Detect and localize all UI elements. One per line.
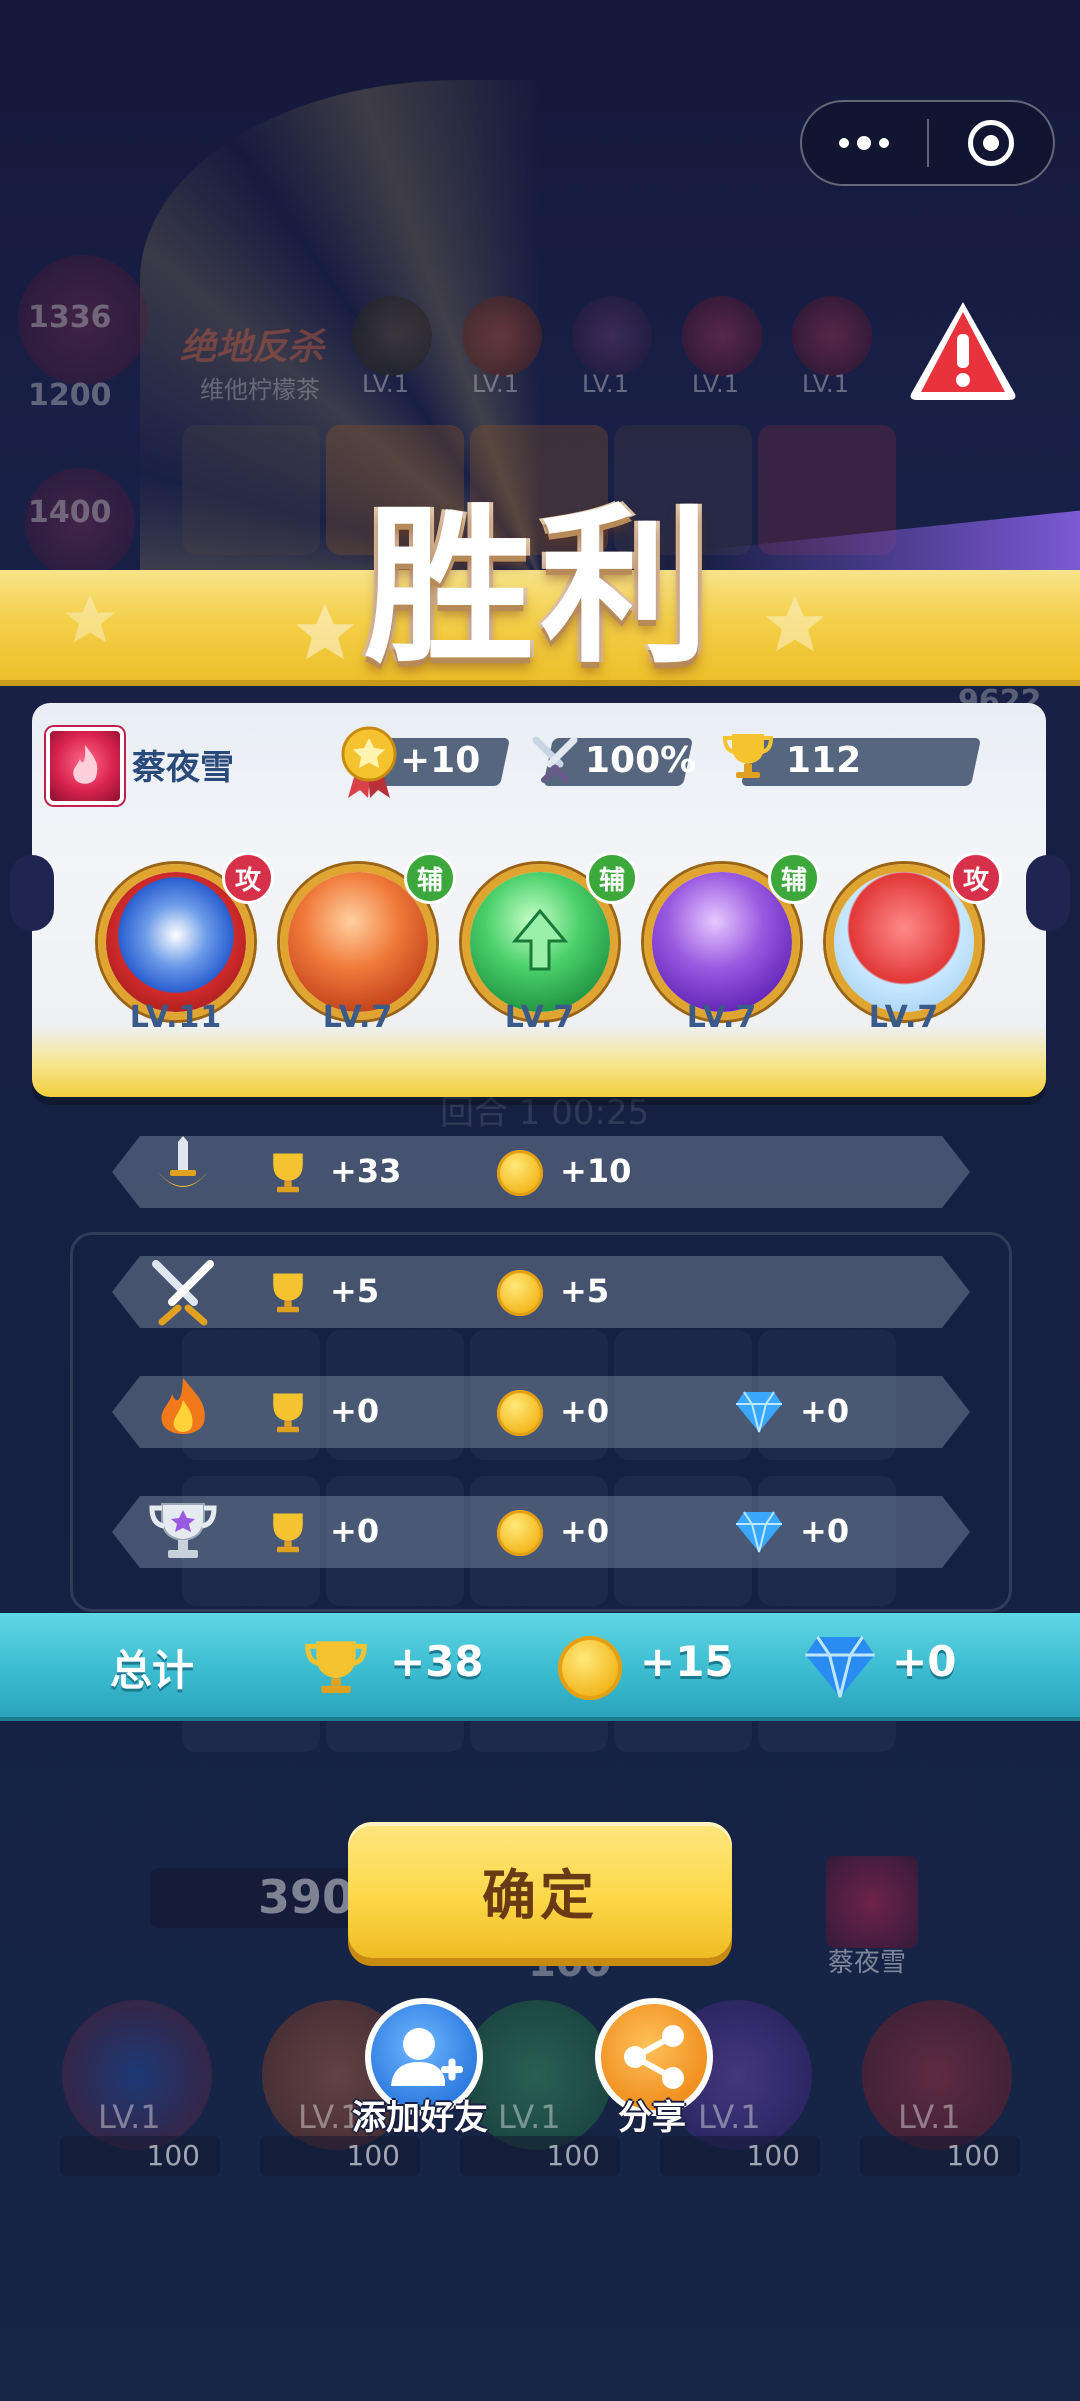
reward-4-coin: +0 <box>560 1512 610 1550</box>
reward-2-trophy: +5 <box>330 1272 380 1310</box>
gem-icon <box>736 1391 782 1433</box>
target-icon <box>967 120 1014 166</box>
reward-1-trophy: +33 <box>330 1152 402 1190</box>
coin-icon <box>497 1510 543 1556</box>
reward-1-coin: +10 <box>560 1152 632 1190</box>
total-coin: +15 <box>640 1637 734 1686</box>
silver-cup-icon <box>149 1503 217 1558</box>
reward-3-coin: +0 <box>560 1392 610 1430</box>
crossed-swords-icon <box>152 1260 214 1326</box>
trophy-icon <box>305 1641 367 1694</box>
hero-3-level: LV.7 <box>504 1000 576 1035</box>
bg-bottom-sp-2: 100 <box>260 2136 420 2176</box>
reward-2-coin: +5 <box>560 1272 610 1310</box>
trophy-count: 112 <box>786 740 862 781</box>
bg-bottom-level-5: LV.1 <box>898 2098 961 2136</box>
gem-icon <box>736 1511 782 1553</box>
hero-5-role-badge: 攻 <box>950 852 1002 904</box>
confirm-label: 确定 <box>482 1863 598 1927</box>
sword-shield-icon <box>158 1136 208 1187</box>
bg-bottom-sp-3: 100 <box>460 2136 620 2176</box>
hero-4-level: LV.7 <box>686 1000 758 1035</box>
bg-bottom-sp-4: 100 <box>660 2136 820 2176</box>
reward-4-trophy: +0 <box>330 1512 380 1550</box>
trophy-icon <box>273 1393 303 1433</box>
player-avatar[interactable] <box>46 727 124 805</box>
fire-icon <box>161 1378 205 1434</box>
crossed-swords-icon <box>532 736 578 783</box>
bg-bottom-level-1: LV.1 <box>98 2098 161 2136</box>
coin-icon <box>497 1390 543 1436</box>
fire-orb-icon <box>73 745 98 784</box>
red-blob-icon[interactable] <box>834 872 974 1012</box>
bg-opponent-avatar <box>826 1856 918 1948</box>
card-notch-right <box>1026 855 1070 931</box>
win-rate: 100% <box>585 740 697 781</box>
star-icon <box>765 595 825 652</box>
card-notch-left <box>10 855 54 931</box>
medal-bonus: +10 <box>400 740 481 781</box>
bg-bottom-sp-1: 100 <box>60 2136 220 2176</box>
coin-icon <box>558 1636 622 1700</box>
total-label: 总计 <box>110 1646 195 1695</box>
close-button[interactable] <box>929 102 1054 184</box>
warning-icon[interactable] <box>905 296 1021 404</box>
trophy-icon <box>273 1273 303 1313</box>
confirm-button[interactable]: 确定 <box>348 1822 732 1958</box>
bg-bottom-level-4: LV.1 <box>698 2098 761 2136</box>
more-dots-icon <box>839 136 890 150</box>
bg-bottom-sp-5: 100 <box>860 2136 1020 2176</box>
mini-program-capsule <box>800 100 1055 186</box>
gem-icon <box>805 1636 875 1698</box>
hero-4-role-badge: 辅 <box>768 852 820 904</box>
player-name: 蔡夜雪 <box>132 748 234 788</box>
share-label[interactable]: 分享 <box>618 2090 686 2139</box>
opera-mask-icon[interactable] <box>106 872 246 1012</box>
arrow-up-icon <box>511 908 569 971</box>
hero-1-level: LV.11 <box>129 1000 223 1035</box>
medal-icon <box>341 726 397 798</box>
reward-3-trophy: +0 <box>330 1392 380 1430</box>
trophy-icon <box>273 1513 303 1553</box>
purple-leaf-orb-icon[interactable] <box>652 872 792 1012</box>
more-button[interactable] <box>802 102 927 184</box>
hero-2-role-badge: 辅 <box>404 852 456 904</box>
hero-1-role-badge: 攻 <box>222 852 274 904</box>
bg-bottom-level-3: LV.1 <box>498 2098 561 2136</box>
hero-2-level: LV.7 <box>322 1000 394 1035</box>
trophy-icon <box>273 1153 303 1193</box>
total-gem: +0 <box>892 1637 957 1686</box>
bg-opponent-name: 蔡夜雪 <box>828 1948 907 1978</box>
add-friend-label[interactable]: 添加好友 <box>352 2090 488 2139</box>
victory-title: 胜利 <box>363 489 716 687</box>
coin-icon <box>497 1150 543 1196</box>
hero-3-role-badge: 辅 <box>586 852 638 904</box>
reward-4-gem: +0 <box>800 1512 850 1550</box>
reward-3-gem: +0 <box>800 1392 850 1430</box>
total-trophy: +38 <box>390 1637 484 1686</box>
bg-sp-value: 390 <box>258 1870 355 1924</box>
star-icon <box>65 595 115 643</box>
trophy-icon <box>722 734 774 778</box>
phoenix-orb-icon[interactable] <box>288 872 428 1012</box>
coin-icon <box>497 1270 543 1316</box>
hero-5-level: LV.7 <box>868 1000 940 1035</box>
